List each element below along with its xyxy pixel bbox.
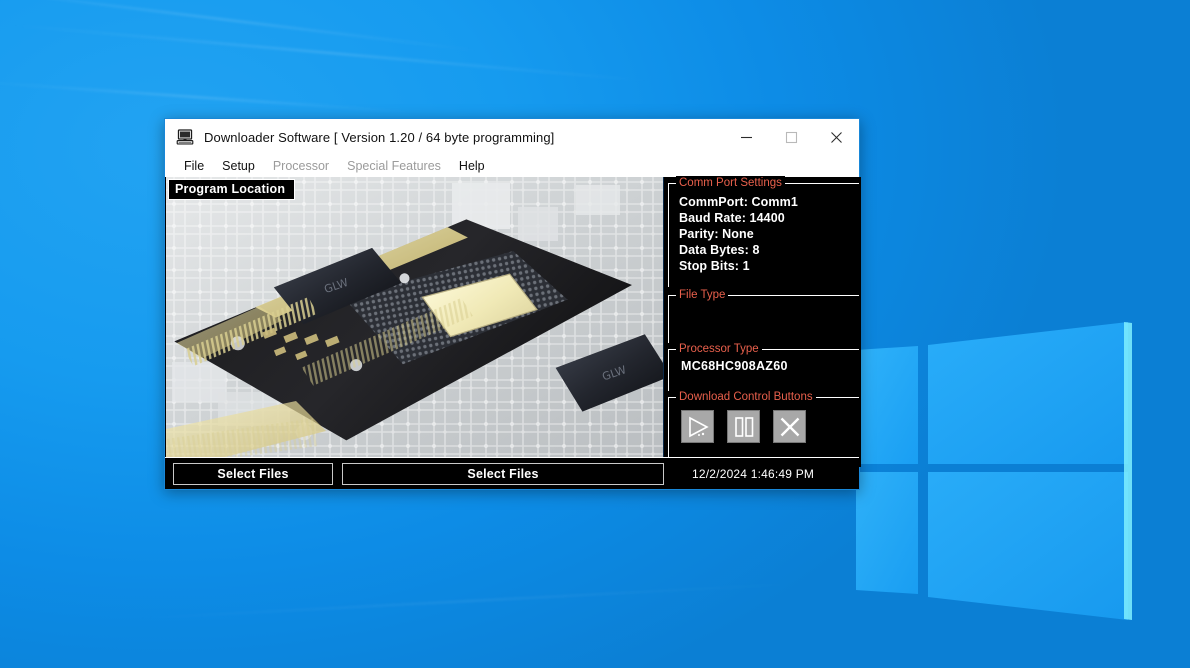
select-files-button-2[interactable]: Select Files: [342, 462, 664, 485]
pause-download-button[interactable]: [727, 410, 760, 443]
stop-bits-value: Stop Bits: 1: [679, 259, 750, 273]
menu-item-processor: Processor: [272, 159, 330, 173]
application-window: Downloader Software [ Version 1.20 / 64 …: [164, 118, 861, 490]
parity-value: Parity: None: [679, 227, 754, 241]
menu-item-special-features: Special Features: [347, 159, 441, 173]
program-location-panel: GLW GLW Program Location: [165, 177, 663, 467]
minimize-icon: [741, 136, 752, 138]
file-type-group: File Type: [668, 288, 859, 343]
wallpaper-streak: [0, 81, 410, 113]
minimize-button[interactable]: [724, 119, 769, 155]
close-icon: [831, 131, 842, 143]
client-area: GLW GLW Program Location Comm Port Setti…: [165, 176, 861, 489]
select-files-button-1[interactable]: Select Files: [173, 462, 333, 485]
download-control-buttons-group: Download Control Buttons: [668, 390, 859, 463]
baud-rate-value: Baud Rate: 14400: [679, 211, 785, 225]
comm-port-settings-legend: Comm Port Settings: [676, 176, 785, 190]
play-triangle-icon: [688, 416, 709, 437]
windows-logo: [856, 322, 1132, 620]
close-button[interactable]: [814, 119, 859, 155]
program-location-label: Program Location: [168, 179, 296, 200]
download-control-buttons-legend: Download Control Buttons: [676, 390, 816, 404]
wallpaper-streak: [0, 0, 479, 52]
x-cross-icon: [780, 417, 799, 436]
maximize-icon: [785, 131, 798, 143]
motherboard-photo: GLW GLW: [166, 177, 663, 467]
download-control-buttons-row: [669, 398, 859, 443]
timestamp: 12/2/2024 1:46:49 PM: [692, 466, 815, 481]
maximize-button[interactable]: [769, 119, 814, 155]
computer-icon: [176, 129, 194, 145]
data-bytes-value: Data Bytes: 8: [679, 243, 760, 257]
comm-port-settings-group: Comm Port Settings CommPort: Comm1 Baud …: [668, 176, 859, 287]
title-bar[interactable]: Downloader Software [ Version 1.20 / 64 …: [165, 119, 859, 155]
start-download-button[interactable]: [681, 410, 714, 443]
processor-type-legend: Processor Type: [676, 342, 762, 356]
stop-download-button[interactable]: [773, 410, 806, 443]
menu-item-setup[interactable]: Setup: [213, 159, 264, 173]
pause-bars-icon: [734, 416, 753, 437]
window-title: Downloader Software [ Version 1.20 / 64 …: [204, 129, 555, 145]
comm-port-settings-body: CommPort: Comm1 Baud Rate: 14400 Parity:…: [669, 184, 859, 274]
comm-port-value: CommPort: Comm1: [679, 195, 798, 209]
wallpaper-streak: [120, 581, 820, 621]
window-controls: [724, 119, 859, 155]
desktop: Downloader Software [ Version 1.20 / 64 …: [0, 0, 1190, 668]
file-type-legend: File Type: [676, 288, 729, 302]
menu-bar: File Setup Processor Special Features He…: [165, 155, 859, 177]
menu-item-file[interactable]: File: [175, 159, 213, 173]
settings-column: Comm Port Settings CommPort: Comm1 Baud …: [663, 176, 861, 467]
bottom-bar: Select Files Select Files 12/2/2024 1:46…: [165, 457, 859, 489]
wallpaper-streak: [11, 24, 649, 82]
menu-item-help[interactable]: Help: [450, 159, 494, 173]
processor-type-group: Processor Type MC68HC908AZ60: [668, 342, 859, 391]
